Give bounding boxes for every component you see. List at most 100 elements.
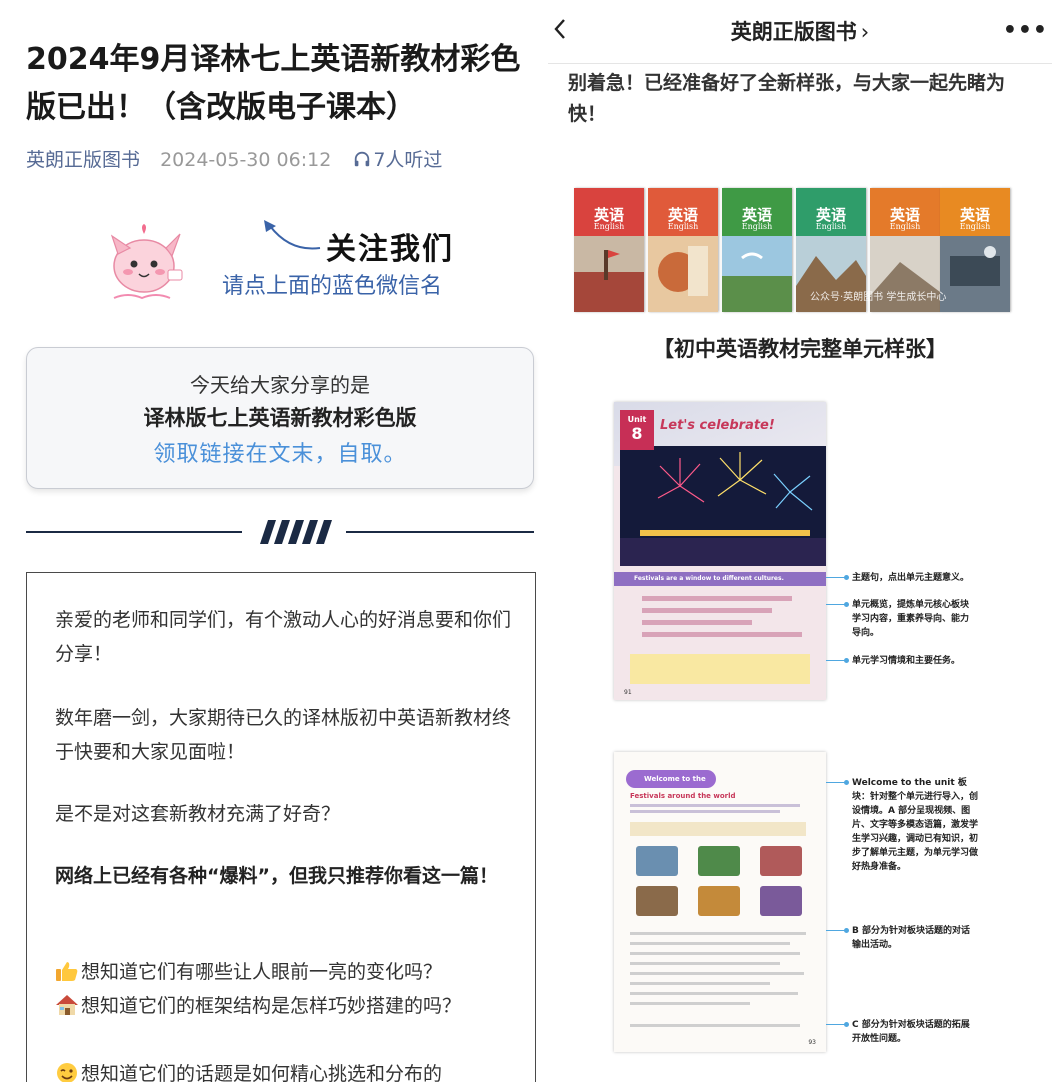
dialogue-line-2 [630,942,790,945]
bullet-3: 想知道它们的话题是如何精心挑选和分布的 [55,1057,515,1082]
publish-date: 2024-05-30 06:12 [160,149,332,171]
share-line-book: 译林版七上英语新教材彩色版 [143,406,417,430]
chevron-right-icon: › [860,20,870,44]
listener-count: 7人听过 [373,149,443,171]
annotation-dot-4 [844,780,849,785]
book-title-en-6: English [959,222,991,231]
annotation-3: 单元学习情境和主要任务。 [852,656,961,666]
article-panel: 2024年9月译林七上英语新教材彩色版已出！（含改版电子课本） 英朗正版图书 2… [0,0,548,1082]
annotation-dot-6 [844,1022,849,1027]
book-cover-2: 英语 English [648,188,718,312]
festival-picture-3 [760,846,802,876]
intro-text: 别着急！已经准备好了全新样张，与大家一起先睹为快！ [568,72,1006,125]
bullet-2-text: 想知道它们的框架结构是怎样巧妙搭建的吗？ [81,995,462,1017]
annotation-dot-1 [844,575,849,580]
annotation-connector-6 [826,1024,846,1025]
follow-us-title: 关注我们 [326,232,454,267]
unit-number: 8 [631,424,643,443]
dialogue-line-8 [630,1002,750,1005]
festival-picture-5 [698,886,740,916]
more-options-icon[interactable]: ••• [1003,18,1048,43]
dialogue-line-6 [630,982,770,985]
book-title-en-4: English [815,222,847,231]
bullet-3-text: 想知道它们的话题是如何精心挑选和分布的 [81,1063,443,1082]
follow-banner: 关注我们 请点上面的蓝色微信名 [108,218,488,308]
annotation-6: C 部分为针对板块话题的拓展开放性问题。 [852,1020,970,1044]
book-cover-6: 英语 English [940,188,1010,312]
page-number: 93 [808,1039,816,1046]
book-cover-1: 英语 English [574,188,644,312]
dialogue-line-4 [630,962,780,965]
annotation-2: 单元概览，提炼单元核心板块学习内容，重素养导向、能力导向。 [852,600,970,638]
article-meta: 英朗正版图书 2024-05-30 06:12 7人听过 [26,145,546,172]
fireworks-photo [620,446,826,566]
wink-emoji-icon [57,1063,77,1082]
festival-picture-1 [636,846,678,876]
account-name-link[interactable]: 英朗正版图书 [26,149,140,171]
book-cover-3: 英语 English [722,188,792,312]
nav-title-text: 英朗正版图书 [730,20,857,44]
share-info-card: 今天给大家分享的是 译林版七上英语新教材彩色版 领取链接在文末，自取。 [26,347,534,489]
theme-sentence: Festivals are a window to different cult… [634,575,784,582]
welcome-subtitle: Festivals around the world [630,792,736,800]
book-cover-photo-1 [574,236,644,312]
instruction-line-2 [630,810,780,813]
section-divider [26,514,534,550]
top-nav-bar: 英朗正版图书 › ••• [548,0,1052,64]
dialogue-line-1 [630,932,806,935]
annotation-connector-5 [826,930,846,931]
book-cover-photo-2 [648,236,718,312]
annotation-connector-2 [826,604,846,605]
bullet-1: 想知道它们有哪些让人眼前一亮的变化吗？ [55,955,515,989]
word-bank [630,822,806,836]
nav-account-title[interactable]: 英朗正版图书 › [548,16,1052,46]
unit-title: Let's celebrate! [660,418,775,433]
book-cover-photo-6 [940,236,1010,312]
annotation-5: B 部分为针对板块话题的对话输出活动。 [852,926,970,950]
overview-line-4 [642,632,802,637]
curved-arrow-icon [264,220,321,250]
annotation-dot-5 [844,928,849,933]
annotation-connector-4 [826,782,846,783]
annotation-1: 主题句，点出单元主题意义。 [852,573,970,583]
festival-picture-6 [760,886,802,916]
overview-line-1 [642,596,792,601]
share-line-intro: 今天给大家分享的是 [190,373,370,397]
textbook-covers-image: 英语 English 英语 English 英语 English 英语 Engl… [574,188,1010,312]
welcome-header: Welcome to the unit [626,770,716,801]
dialogue-line-7 [630,992,798,995]
image-watermark: 公众号·英朗图书 学生成长中心 [810,292,947,303]
unit-label: Unit [627,415,647,424]
festival-picture-4 [636,886,678,916]
share-line-link: 领取链接在文末，自取。 [153,442,407,467]
section-title: 【初中英语教材完整单元样张】 [653,337,947,361]
book-title-en-3: English [741,222,773,231]
divider-line-right [346,531,534,533]
annotation-dot-3 [844,658,849,663]
page-number: 91 [624,689,632,696]
paragraph-1: 亲爱的老师和同学们，有个激动人心的好消息要和你们分享！ [55,609,512,665]
listen-button[interactable]: 7人听过 [353,149,442,171]
annotation-connector-3 [826,660,846,661]
divider-line-left [26,531,242,533]
instruction-line-1 [630,804,800,807]
paragraph-2: 数年磨一剑，大家期待已久的译林版初中英语新教材终于快要和大家见面啦！ [55,707,512,763]
overview-line-2 [642,608,772,613]
sample-page-unit-opener: Unit 8 Let's celebrate! Festivals are a … [614,402,826,700]
bullet-1-text: 想知道它们有哪些让人眼前一亮的变化吗？ [81,961,443,983]
annotation-connector-1 [826,577,846,578]
book-title-en-1: English [593,222,625,231]
dialogue-line-3 [630,952,800,955]
theme-sentence-band: Festivals are a window to different cult… [614,572,826,586]
article-title: 2024年9月译林七上英语新教材彩色版已出！（含改版电子课本） [26,42,521,125]
sample-page-welcome: Welcome to the unit Festivals around the… [614,752,826,1052]
paragraph-3: 是不是对这套新教材充满了好奇？ [55,803,341,825]
annotation-dot-2 [844,602,849,607]
unit-badge: Unit 8 [620,410,654,450]
house-icon [56,995,78,1015]
pink-mascot-icon [110,224,183,300]
follow-hint: 请点上面的蓝色微信名 [222,274,443,299]
thumbs-up-icon [56,962,78,981]
book-title-en-2: English [667,222,699,231]
article-preview-panel: 英朗正版图书 › ••• 别着急！已经准备好了全新样张，与大家一起先睹为快！ 英语… [548,0,1052,1082]
